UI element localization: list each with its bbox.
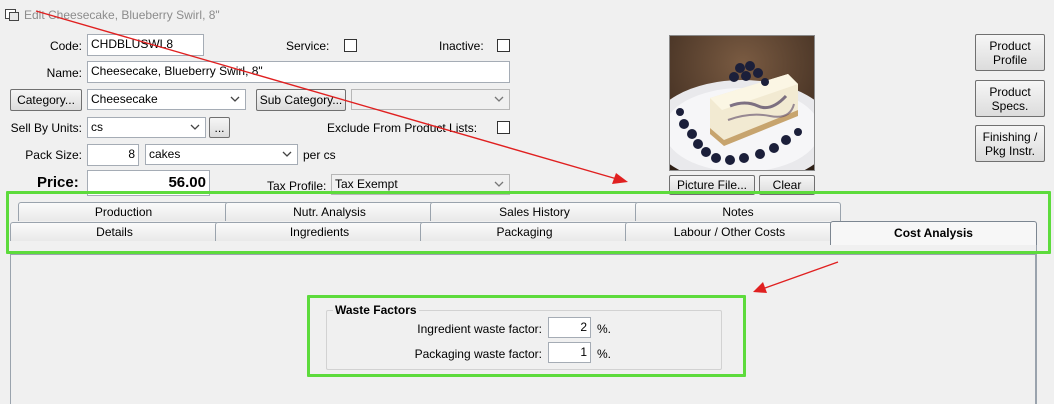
inactive-label: Inactive: — [439, 39, 484, 53]
subcategory-select[interactable] — [351, 89, 510, 110]
product-specs-button[interactable]: Product Specs. — [975, 80, 1045, 117]
finishing-pkg-instr-button[interactable]: Finishing / Pkg Instr. — [975, 125, 1045, 162]
product-photo — [669, 35, 815, 171]
pack-size-input[interactable]: 8 — [87, 144, 139, 166]
chevron-down-icon — [230, 96, 240, 102]
exclude-checkbox[interactable] — [497, 121, 510, 134]
category-select-value: Cheesecake — [91, 92, 158, 106]
waste-factors-highlight-box — [307, 295, 746, 377]
chevron-down-icon — [282, 151, 292, 157]
tax-profile-select-value: Tax Exempt — [335, 177, 398, 191]
price-label: Price: — [37, 174, 79, 191]
product-profile-button[interactable]: Product Profile — [975, 34, 1045, 71]
chevron-down-icon — [494, 181, 504, 187]
sell-by-label: Sell By Units: — [10, 121, 82, 135]
tabs-highlight-box — [6, 191, 1051, 254]
cheesecake-image — [670, 36, 814, 170]
pack-unit-select[interactable]: cakes — [145, 144, 298, 165]
name-input[interactable]: Cheesecake, Blueberry Swirl, 8" — [87, 61, 510, 83]
code-input[interactable]: CHDBLUSWL8 — [87, 34, 204, 56]
per-label: per cs — [303, 148, 336, 162]
pack-unit-select-value: cakes — [149, 147, 181, 161]
service-checkbox[interactable] — [344, 39, 357, 52]
inactive-checkbox[interactable] — [497, 39, 510, 52]
chevron-down-icon — [190, 124, 200, 130]
chevron-down-icon — [494, 96, 504, 102]
pack-size-label: Pack Size: — [25, 148, 82, 162]
service-label: Service: — [286, 39, 330, 53]
app-icon — [5, 9, 19, 21]
arrow-head-icon — [612, 173, 628, 184]
tab-panel-edge — [1036, 229, 1046, 404]
window-title: Edit Cheesecake, Blueberry Swirl, 8" — [24, 8, 220, 22]
sell-by-more-button[interactable]: ... — [209, 117, 230, 138]
sell-by-select[interactable]: cs — [87, 117, 206, 138]
subcategory-button[interactable]: Sub Category... — [256, 89, 346, 111]
category-button[interactable]: Category... — [10, 89, 82, 111]
name-label: Name: — [46, 66, 82, 80]
sell-by-select-value: cs — [91, 120, 103, 134]
category-select[interactable]: Cheesecake — [87, 89, 246, 110]
title-bar: Edit Cheesecake, Blueberry Swirl, 8" — [0, 0, 1054, 28]
exclude-label: Exclude From Product Lists: — [327, 121, 478, 135]
code-label: Code: — [49, 39, 82, 53]
